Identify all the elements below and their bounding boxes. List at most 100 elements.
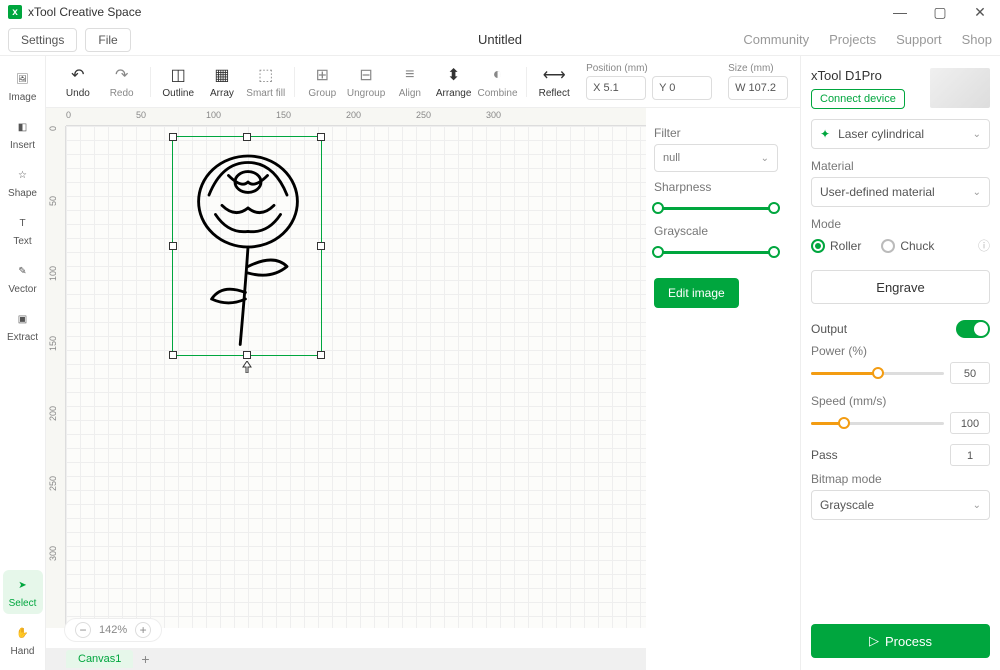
canvas-grid[interactable] [66, 126, 646, 628]
vector-tool[interactable]: ✎Vector [3, 256, 43, 300]
image-tool[interactable]: 🖼Image [3, 64, 43, 108]
file-button[interactable]: File [85, 28, 130, 52]
resize-handle[interactable] [243, 133, 251, 141]
info-icon[interactable]: ⓘ [978, 237, 990, 254]
rose-image[interactable] [183, 142, 313, 352]
output-label: Output [811, 322, 847, 336]
filter-label: Filter [654, 126, 778, 140]
zoom-out-button[interactable]: − [75, 622, 91, 638]
selection-box[interactable] [172, 136, 322, 356]
select-tool[interactable]: ➤Select [3, 570, 43, 614]
menu-bar: Settings File Untitled Community Project… [0, 24, 1000, 56]
zoom-in-button[interactable]: + [135, 622, 151, 638]
array-icon: ▦ [211, 64, 233, 86]
combine-icon: ◐ [487, 64, 509, 86]
top-toolbar: ↶Undo ↷Redo ◫Outline ▦Array ⬚Smart fill … [46, 56, 800, 108]
chevron-down-icon: ⌄ [973, 500, 981, 511]
vector-icon: ✎ [13, 262, 33, 282]
material-label: Material [811, 159, 990, 173]
array-button[interactable]: ▦Array [202, 59, 242, 105]
reflect-button[interactable]: ⟷Reflect [534, 59, 574, 105]
chuck-radio[interactable]: Chuck [881, 239, 934, 253]
redo-button[interactable]: ↷Redo [102, 59, 142, 105]
zoom-control: − 142% + [64, 618, 162, 642]
grayscale-label: Grayscale [654, 224, 778, 238]
output-toggle[interactable] [956, 320, 990, 338]
canvas-tabs: Canvas1 + [46, 648, 646, 670]
reflect-icon: ⟷ [543, 64, 565, 86]
shape-tool[interactable]: ☆Shape [3, 160, 43, 204]
smartfill-button[interactable]: ⬚Smart fill [246, 59, 286, 105]
extract-tool[interactable]: ▣Extract [3, 304, 43, 348]
undo-button[interactable]: ↶Undo [58, 59, 98, 105]
size-group: Size (mm) W 107.2 [728, 63, 788, 100]
device-name: xTool D1Pro [811, 68, 905, 83]
extract-icon: ▣ [13, 310, 33, 330]
position-group: Position (mm) X 5.1 Y 0 [586, 63, 712, 100]
pass-input[interactable]: 1 [950, 444, 990, 466]
device-image [930, 68, 990, 108]
image-edit-panel: Filter null⌄ Sharpness Grayscale Edit im… [646, 108, 786, 318]
text-icon: T [13, 214, 33, 234]
canvas-tab[interactable]: Canvas1 [66, 650, 133, 668]
material-select[interactable]: User-defined material⌄ [811, 177, 990, 207]
connect-device-button[interactable]: Connect device [811, 89, 905, 109]
align-button[interactable]: ≡Align [390, 59, 430, 105]
size-label: Size (mm) [728, 63, 788, 74]
left-sidebar: 🖼Image ◧Insert ☆Shape TText ✎Vector ▣Ext… [0, 56, 46, 670]
filter-select[interactable]: null⌄ [654, 144, 778, 172]
engrave-button[interactable]: Engrave [811, 270, 990, 304]
align-icon: ≡ [399, 64, 421, 86]
laser-icon: ✦ [820, 127, 830, 141]
speed-label: Speed (mm/s) [811, 394, 990, 408]
projects-link[interactable]: Projects [829, 32, 876, 47]
minimize-button[interactable]: — [880, 0, 920, 24]
settings-button[interactable]: Settings [8, 28, 77, 52]
power-slider[interactable] [811, 365, 944, 381]
processing-type-select[interactable]: ✦Laser cylindrical ⌄ [811, 119, 990, 149]
resize-handle[interactable] [169, 351, 177, 359]
close-button[interactable]: ✕ [960, 0, 1000, 24]
ruler-horizontal: 0 50 100 150 200 250 300 [66, 108, 646, 126]
chevron-down-icon: ⌄ [973, 187, 981, 198]
process-button[interactable]: ▷Process [811, 624, 990, 658]
resize-handle[interactable] [317, 242, 325, 250]
community-link[interactable]: Community [743, 32, 809, 47]
hand-tool[interactable]: ✋Hand [3, 618, 43, 662]
grayscale-slider[interactable] [654, 244, 778, 260]
size-w-input[interactable]: W 107.2 [728, 76, 788, 100]
resize-handle[interactable] [317, 351, 325, 359]
text-tool[interactable]: TText [3, 208, 43, 252]
insert-tool[interactable]: ◧Insert [3, 112, 43, 156]
speed-slider[interactable] [811, 415, 944, 431]
bitmap-select[interactable]: Grayscale⌄ [811, 490, 990, 520]
resize-handle[interactable] [243, 351, 251, 359]
speed-input[interactable]: 100 [950, 412, 990, 434]
edit-image-button[interactable]: Edit image [654, 278, 739, 308]
outline-button[interactable]: ◫Outline [158, 59, 198, 105]
group-button[interactable]: ⊞Group [302, 59, 342, 105]
position-x-input[interactable]: X 5.1 [586, 76, 646, 100]
resize-handle[interactable] [317, 133, 325, 141]
position-y-input[interactable]: Y 0 [652, 76, 712, 100]
shop-link[interactable]: Shop [962, 32, 992, 47]
ungroup-button[interactable]: ⊟Ungroup [346, 59, 386, 105]
support-link[interactable]: Support [896, 32, 942, 47]
group-icon: ⊞ [311, 64, 333, 86]
chevron-down-icon: ⌄ [761, 153, 769, 164]
combine-button[interactable]: ◐Combine [477, 59, 517, 105]
maximize-button[interactable]: ▢ [920, 0, 960, 24]
sharpness-slider[interactable] [654, 200, 778, 216]
canvas-area: 0 50 100 150 200 250 300 0 50 100 150 20… [46, 108, 646, 628]
right-panel: xTool D1Pro Connect device ✦Laser cylind… [800, 56, 1000, 670]
undo-icon: ↶ [67, 64, 89, 86]
arrange-button[interactable]: ⬍Arrange [434, 59, 474, 105]
roller-radio[interactable]: Roller [811, 239, 861, 253]
resize-handle[interactable] [169, 133, 177, 141]
window-controls: — ▢ ✕ [880, 0, 1000, 24]
resize-handle[interactable] [169, 242, 177, 250]
position-label: Position (mm) [586, 63, 712, 74]
power-input[interactable]: 50 [950, 362, 990, 384]
add-canvas-button[interactable]: + [141, 651, 149, 667]
rotate-handle[interactable] [242, 361, 252, 373]
